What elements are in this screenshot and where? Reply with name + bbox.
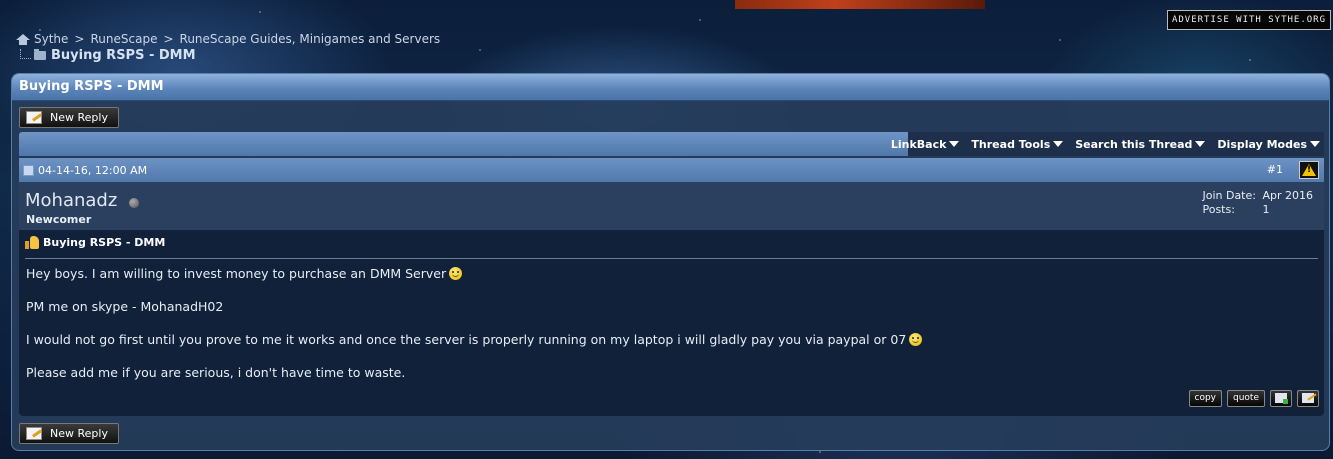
new-reply-button-bottom[interactable]: New Reply [19,423,119,444]
report-warning-icon[interactable] [1299,161,1319,179]
message-line: Hey boys. I am willing to invest money t… [26,266,922,282]
user-stats: Join Date: Apr 2016 Posts: 1 [1202,189,1313,217]
chevron-down-icon [949,141,960,147]
breadcrumb-sythe[interactable]: Sythe [34,32,68,46]
thread-tools-menu[interactable]: Thread Tools [971,137,1064,151]
chevron-down-icon [1310,141,1320,147]
breadcrumb-runescape[interactable]: RuneScape [90,32,157,46]
thumbs-up-icon [25,236,39,249]
plus-icon [1283,399,1288,404]
linkback-label: LinkBack [890,137,947,151]
chevron-down-icon [1195,141,1206,147]
post-title-text: Buying RSPS - DMM [43,236,166,249]
message-text: Please add me if you are serious, i don'… [26,365,406,380]
thread-tools-bar: LinkBack Thread Tools Search this Thread… [891,132,1324,156]
post-old-icon [23,164,34,176]
chevron-down-icon [1053,141,1064,147]
search-thread-label: Search this Thread [1075,137,1193,151]
smiley-icon [449,267,463,280]
join-date-value: Apr 2016 [1262,189,1313,202]
quote-button[interactable]: quote [1227,390,1265,407]
breadcrumb: Sythe > RuneScape > RuneScape Guides, Mi… [16,32,440,63]
thread-title-header: Buying RSPS - DMM [12,74,1329,101]
home-icon[interactable] [16,33,30,45]
post-date: 04-14-16, 12:00 AM [38,163,148,177]
new-reply-button-top[interactable]: New Reply [19,107,119,128]
message-text: I would not go first until you prove to … [26,332,907,347]
header-banner-image [735,0,985,9]
message-line: I would not go first until you prove to … [26,332,923,348]
post-message: Hey boys. I am willing to invest money t… [26,266,923,398]
thread-toolbar: LinkBack Thread Tools Search this Thread… [19,132,1324,156]
post-body: Buying RSPS - DMM Hey boys. I am willing… [19,230,1324,416]
post-number-link[interactable]: #1 [1267,163,1283,176]
message-line: PM me on skype - MohanadH02 [26,299,922,315]
new-reply-label: New Reply [50,427,108,440]
thread-panel: Buying RSPS - DMM New Reply LinkBack Thr… [11,73,1330,451]
folder-icon [34,49,46,60]
multi-quote-button[interactable] [1270,390,1292,407]
message-text: PM me on skype - MohanadH02 [26,299,224,314]
display-modes-label: Display Modes [1217,137,1307,151]
user-title: Newcomer [26,213,92,226]
message-line: Please add me if you are serious, i don'… [26,365,922,381]
post-title: Buying RSPS - DMM [25,236,165,249]
thread-tools-label: Thread Tools [971,137,1051,151]
offline-status-icon [129,198,139,208]
posts-label: Posts: [1202,203,1235,216]
post-header: 04-14-16, 12:00 AM #1 [19,158,1324,182]
tree-line [20,48,31,59]
posts-count: 1 [1262,203,1270,216]
breadcrumb-current-thread: Buying RSPS - DMM [51,48,196,63]
smiley-icon [909,333,923,346]
breadcrumb-guides[interactable]: RuneScape Guides, Minigames and Servers [180,32,441,46]
user-info: Mohanadz Newcomer Join Date: Apr 2016 Pos… [19,182,1324,230]
divider [25,258,1318,259]
breadcrumb-separator: > [74,32,85,46]
quick-reply-button[interactable] [1297,390,1319,407]
advertise-button[interactable]: Advertise with Sythe.org [1167,10,1331,30]
breadcrumb-separator: > [163,32,174,46]
post-actions: copy quote [1188,390,1319,407]
display-modes-menu[interactable]: Display Modes [1217,138,1320,151]
search-thread-menu[interactable]: Search this Thread [1075,137,1206,151]
copy-button[interactable]: copy [1188,390,1222,407]
new-reply-label: New Reply [50,111,108,124]
username-link[interactable]: Mohanadz [25,190,117,211]
join-date-label: Join Date: [1202,189,1256,202]
new-reply-icon [26,427,42,440]
new-reply-icon [26,111,42,124]
linkback-menu[interactable]: LinkBack [891,138,960,151]
message-text: Hey boys. I am willing to invest money t… [26,266,447,281]
